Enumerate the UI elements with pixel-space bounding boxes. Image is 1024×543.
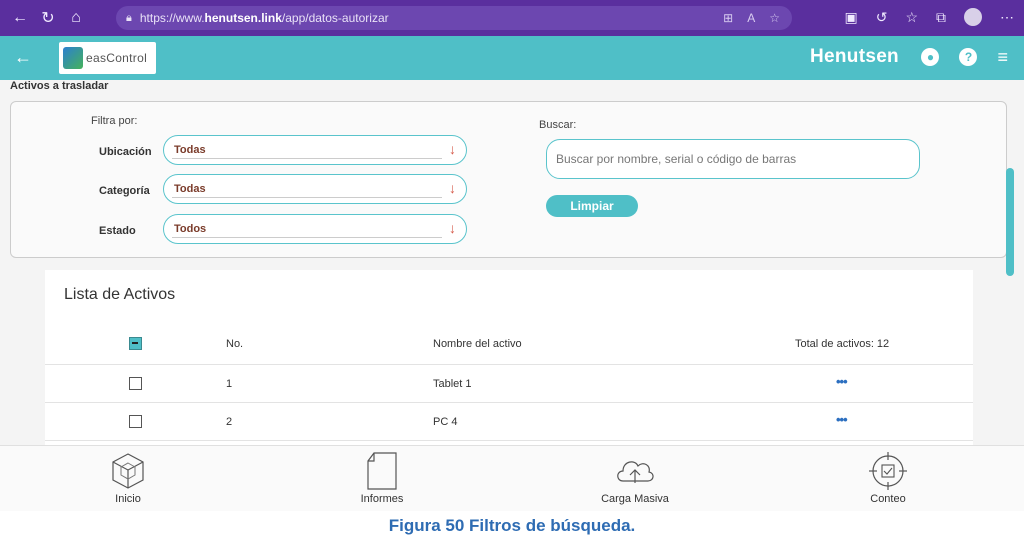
read-aloud-icon[interactable]: A <box>747 11 755 25</box>
more-options-icon[interactable]: ••• <box>836 374 848 389</box>
column-no: No. <box>226 338 244 350</box>
extensions-icon[interactable]: ▣ <box>844 9 857 26</box>
address-bar[interactable]: 🔒︎ https://www. henutsen.link/app/datos-a… <box>116 6 792 30</box>
nav-label: Conteo <box>870 493 906 505</box>
location-label: Ubicación <box>99 146 152 158</box>
table-row[interactable]: 2 PC 4 ••• <box>45 403 973 441</box>
url-domain: henutsen.link <box>204 11 282 25</box>
filter-panel: Filtra por: Ubicación Todas ↓ Categoría … <box>10 101 1007 258</box>
arrow-down-icon: ↓ <box>449 141 456 157</box>
asset-list-title: Lista de Activos <box>64 286 176 303</box>
category-value: Todas <box>174 183 206 195</box>
nav-label: Informes <box>360 493 404 505</box>
henutsen-brand: Henutsen <box>810 46 899 67</box>
nav-inicio[interactable]: Inicio <box>68 451 188 505</box>
category-select[interactable]: Todas ↓ <box>163 174 467 204</box>
asset-list-card: Lista de Activos No. Nombre del activo T… <box>45 270 973 445</box>
table-header: No. Nombre del activo Total de activos: … <box>45 325 973 365</box>
row-name: PC 4 <box>433 416 458 428</box>
total-assets: Total de activos: 12 <box>795 338 890 350</box>
document-icon <box>322 451 442 491</box>
url-prefix: https://www. <box>139 11 205 25</box>
category-label: Categoría <box>99 185 150 197</box>
logo-mark-icon <box>63 47 83 69</box>
browser-back-icon[interactable]: ← <box>6 9 34 27</box>
row-no: 1 <box>226 378 233 390</box>
status-label: Estado <box>99 225 136 237</box>
row-no: 2 <box>226 416 233 428</box>
location-select[interactable]: Todas ↓ <box>163 135 467 165</box>
more-options-icon[interactable]: ⋯ <box>1000 9 1014 26</box>
hamburger-menu-icon[interactable]: ≡ <box>997 48 1008 66</box>
app-available-icon[interactable]: ⊞ <box>723 11 733 25</box>
measurecontrol-logo: easControl <box>59 42 156 74</box>
arrow-down-icon: ↓ <box>449 220 456 236</box>
browser-reload-icon[interactable]: ↻ <box>34 8 62 28</box>
clear-filters-button[interactable]: Limpiar <box>546 195 638 217</box>
help-icon[interactable]: ? <box>959 48 978 66</box>
cube-icon <box>68 451 188 491</box>
browser-toolbar: ← ↻ ⌂ 🔒︎ https://www. henutsen.link/app/d… <box>0 0 1024 36</box>
search-input[interactable]: Buscar por nombre, serial o código de ba… <box>546 139 920 179</box>
row-name: Tablet 1 <box>433 378 472 390</box>
nav-label: Inicio <box>115 493 141 505</box>
nav-carga-masiva[interactable]: Carga Masiva <box>575 451 695 505</box>
scrollbar-thumb[interactable] <box>1006 168 1014 276</box>
nav-label: Carga Masiva <box>601 493 669 505</box>
arrow-down-icon: ↓ <box>449 180 456 196</box>
back-arrow-icon[interactable]: ← <box>14 47 32 68</box>
row-checkbox[interactable] <box>129 415 142 428</box>
bottom-navigation: Inicio Informes Carga Masiva Conteo <box>0 445 1024 511</box>
nav-informes[interactable]: Informes <box>322 451 442 505</box>
url-path: /app/datos-autorizar <box>281 11 389 25</box>
status-select[interactable]: Todos ↓ <box>163 214 467 244</box>
favorite-add-icon[interactable]: ☆ <box>769 11 780 25</box>
filter-by-label: Filtra por: <box>91 115 138 127</box>
nav-conteo[interactable]: Conteo <box>828 451 948 505</box>
main-content: Activos a trasladar Filtra por: Ubicació… <box>0 80 1024 445</box>
more-options-icon[interactable]: ••• <box>836 412 848 427</box>
location-value: Todas <box>174 144 206 156</box>
table-row[interactable]: 1 Tablet 1 ••• <box>45 365 973 403</box>
search-label: Buscar: <box>539 119 577 131</box>
lock-icon: 🔒︎ <box>126 11 132 24</box>
status-value: Todos <box>174 223 207 235</box>
section-title: Activos a trasladar <box>10 80 109 92</box>
browser-home-icon[interactable]: ⌂ <box>62 9 90 27</box>
user-icon[interactable]: ● <box>921 48 940 66</box>
collections-icon[interactable]: ⧉ <box>936 9 946 26</box>
figure-caption: Figura 50 Filtros de búsqueda. <box>388 516 636 535</box>
favorites-icon[interactable]: ☆ <box>905 9 918 26</box>
select-all-checkbox[interactable] <box>129 337 142 350</box>
column-name: Nombre del activo <box>433 338 522 350</box>
app-header: ← easControl Henutsen ● ? ≡ <box>0 36 1024 80</box>
crosshair-check-icon <box>828 451 948 491</box>
row-checkbox[interactable] <box>129 377 142 390</box>
profile-avatar[interactable] <box>964 8 982 26</box>
refresh-extension-icon[interactable]: ↺ <box>876 9 888 26</box>
cloud-upload-icon <box>575 451 695 491</box>
logo-text: easControl <box>86 51 148 65</box>
